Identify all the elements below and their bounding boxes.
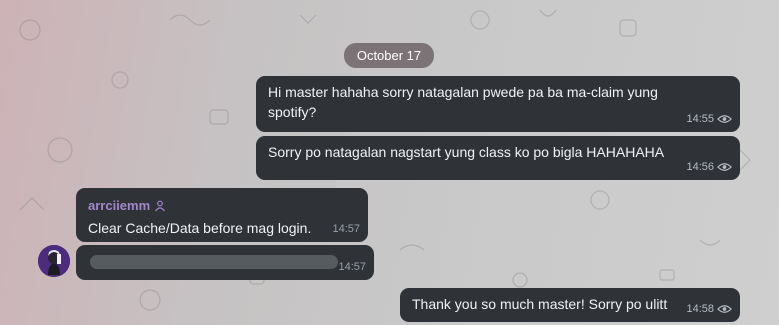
outgoing-message[interactable]: Hi master hahaha sorry natagalan pwede p… (256, 76, 740, 132)
message-line: Hi master hahaha sorry natagalan pwede p… (268, 84, 658, 100)
message-time: 14:58 (686, 303, 714, 315)
avatar-icon (38, 245, 70, 277)
message-meta: 14:57 (338, 257, 366, 277)
message-line: Sorry po natagalan nagstart yung class k… (268, 144, 665, 160)
message-time: 14:56 (686, 161, 714, 173)
sender-name[interactable]: arrciiemm (88, 196, 150, 216)
incoming-message[interactable]: arrciiemm Clear Cache/Data before mag lo… (76, 188, 368, 242)
message-meta: 14:55 (686, 109, 732, 129)
message-meta: 14:56 (686, 157, 732, 177)
message-text: Sorry po natagalan nagstart yung class k… (256, 136, 740, 162)
eye-icon (717, 305, 732, 313)
sender-header: arrciiemm (76, 188, 368, 216)
message-meta: 14:58 (686, 299, 732, 319)
message-meta: 14:57 (332, 219, 360, 239)
message-line: spotify? (268, 104, 317, 120)
outgoing-message[interactable]: Thank you so much master! Sorry po ulitt… (400, 288, 740, 322)
message-line: Thank you so much master! Sorry po ulitt (412, 296, 668, 312)
outgoing-message[interactable]: Sorry po natagalan nagstart yung class k… (256, 136, 740, 180)
message-time: 14:55 (686, 113, 714, 125)
eye-icon (717, 115, 732, 123)
sender-avatar[interactable] (38, 245, 70, 277)
message-time: 14:57 (338, 261, 366, 273)
message-text: Clear Cache/Data before mag login. (76, 216, 368, 238)
message-text: Hi master hahaha sorry natagalan pwede p… (256, 76, 740, 122)
date-separator: October 17 (344, 43, 434, 68)
redacted-content (90, 255, 338, 269)
message-time: 14:57 (332, 223, 360, 235)
eye-icon (717, 163, 732, 171)
person-badge-icon (155, 200, 166, 212)
message-line: Clear Cache/Data before mag login. (88, 220, 312, 236)
incoming-message[interactable]: 14:57 (76, 245, 374, 280)
